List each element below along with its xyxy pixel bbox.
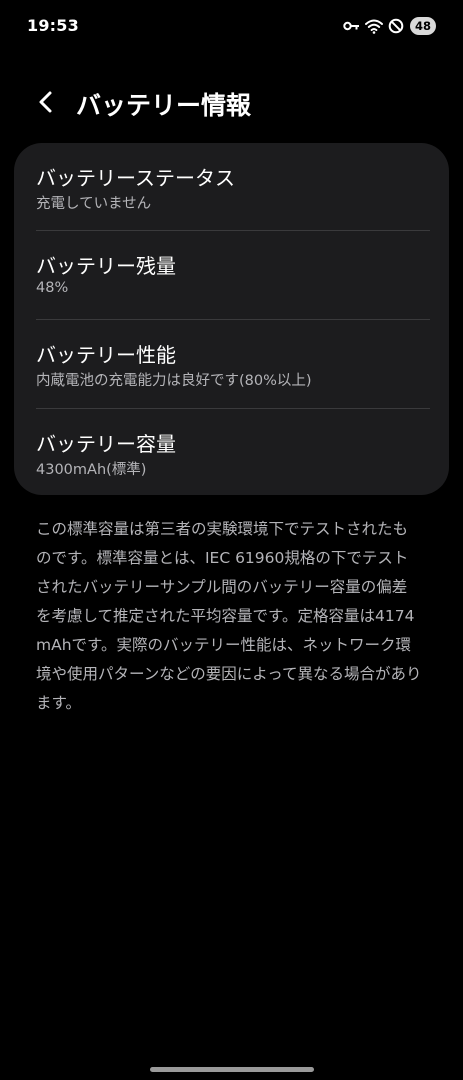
home-indicator[interactable] [150, 1067, 314, 1072]
row-value: 4300mAh(標準) [36, 462, 147, 478]
row-title: バッテリー残量 [36, 254, 176, 278]
capacity-footnote: この標準容量は第三者の実験環境下でテストされたものです。標準容量とは、IEC 6… [36, 520, 422, 712]
row-value: 内蔵電池の充電能力は良好です(80%以上) [36, 373, 312, 389]
wifi-icon [365, 19, 383, 34]
back-button[interactable] [30, 88, 62, 120]
battery-icon: 48 [410, 17, 436, 35]
key-icon [343, 20, 360, 32]
status-time: 19:53 [27, 16, 79, 35]
battery-capacity-row[interactable]: バッテリー容量 4300mAh(標準) [14, 409, 449, 495]
row-value: 48% [36, 280, 69, 296]
row-title: バッテリー容量 [36, 432, 176, 456]
battery-info-card: バッテリーステータス 充電していません バッテリー残量 48% バッテリー性能 … [14, 143, 449, 495]
page-title: バッテリー情報 [76, 91, 252, 120]
battery-status-row[interactable]: バッテリーステータス 充電していません [14, 143, 449, 231]
status-icons: 48 [343, 15, 436, 37]
row-title: バッテリー性能 [36, 343, 176, 367]
row-value: 充電していません [36, 196, 152, 212]
chevron-left-icon [37, 90, 55, 118]
battery-performance-row[interactable]: バッテリー性能 内蔵電池の充電能力は良好です(80%以上) [14, 320, 449, 408]
battery-level-row[interactable]: バッテリー残量 48% [14, 231, 449, 319]
app-header: バッテリー情報 [0, 84, 463, 124]
do-not-disturb-icon [388, 18, 404, 34]
row-title: バッテリーステータス [36, 166, 235, 190]
status-bar: 19:53 48 [0, 0, 463, 52]
